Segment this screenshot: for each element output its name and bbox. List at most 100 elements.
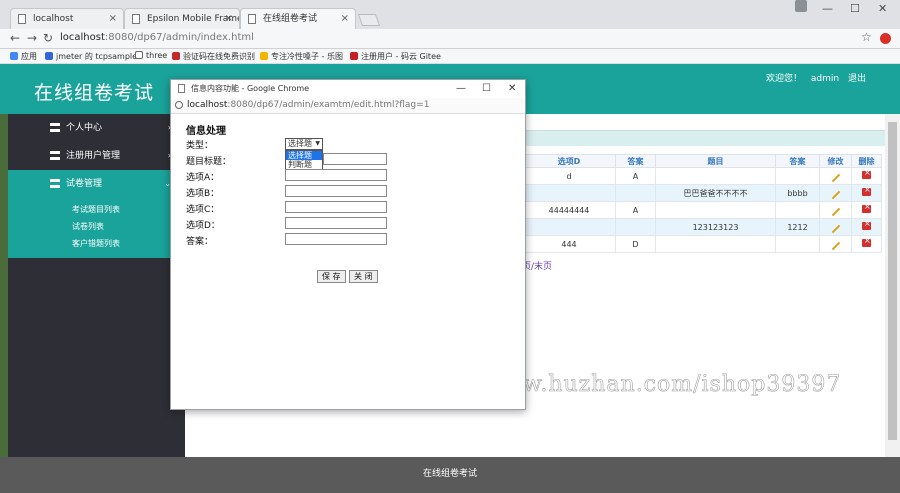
footer: 在线组卷考试 — [0, 457, 900, 493]
new-tab-button[interactable] — [357, 14, 381, 26]
bookmark-item[interactable]: three — [135, 51, 167, 60]
bookmark-item[interactable]: 验证码在线免费识别 — [172, 51, 255, 62]
url-path: :8080/dp67/admin/index.html — [104, 32, 254, 43]
sidebar-item-personal-center[interactable]: 个人中心 › — [8, 114, 185, 142]
address-bar: ← → ↻ localhost:8080/dp67/admin/index.ht… — [0, 29, 900, 49]
browser-tab[interactable]: localhost × — [10, 8, 124, 29]
popup-url-bar[interactable]: localhost:8080/dp67/admin/examtm/edit.ht… — [171, 98, 525, 114]
document-icon — [178, 84, 185, 93]
submenu-item-paper-list[interactable]: 试卷列表 — [72, 221, 104, 232]
pencil-icon[interactable] — [831, 173, 840, 182]
bookmark-item[interactable]: 专注冷性嗓子 - 乐图 — [260, 51, 343, 62]
table-cell: 1212 — [775, 218, 820, 236]
forward-icon[interactable]: → — [27, 31, 37, 45]
browser-tab[interactable]: Epsilon Mobile Framew × — [124, 8, 240, 29]
column-header: 题目 — [655, 154, 776, 168]
delete-cell[interactable] — [851, 218, 882, 236]
document-icon — [248, 14, 256, 24]
submenu: 考试题目列表 试卷列表 客户错题列表 — [8, 198, 185, 258]
bookmark-star-icon[interactable]: ☆ — [861, 30, 872, 44]
pagination[interactable]: 页/末页 — [522, 259, 552, 272]
url-field[interactable]: localhost:8080/dp67/admin/index.html — [60, 32, 254, 43]
dropdown-arrow-icon: ▼ — [315, 140, 320, 147]
edit-cell[interactable] — [819, 167, 852, 185]
answer-label: 答案： — [186, 237, 214, 247]
type-select-value: 选择题 — [288, 139, 312, 148]
table-cell: 44444444 — [522, 201, 616, 219]
delete-cell[interactable] — [851, 167, 882, 185]
delete-cell[interactable] — [851, 235, 882, 253]
option-c-input[interactable] — [285, 201, 387, 213]
document-icon — [18, 14, 26, 24]
maximize-icon[interactable]: ☐ — [850, 2, 860, 15]
table-row: 巴巴爸爸不不不不 bbbb — [522, 184, 882, 202]
pencil-icon[interactable] — [831, 207, 840, 216]
save-button[interactable]: 保 存 — [317, 270, 346, 283]
dropdown-option[interactable]: 判断题 — [286, 160, 322, 169]
delete-icon[interactable] — [862, 185, 871, 196]
pencil-icon[interactable] — [831, 190, 840, 199]
profile-icon[interactable] — [795, 0, 807, 12]
pencil-icon[interactable] — [831, 241, 840, 250]
extension-icon[interactable] — [880, 33, 891, 44]
sidebar-item-exam-management[interactable]: 试卷管理 ⌄ — [8, 170, 185, 198]
table-cell — [775, 167, 820, 185]
delete-cell[interactable] — [851, 201, 882, 219]
reload-icon[interactable]: ↻ — [43, 31, 53, 45]
bookmark-item[interactable]: 注册用户 - 码云 Gitee — [350, 51, 441, 62]
submenu-item-question-list[interactable]: 考试题目列表 — [72, 204, 120, 215]
dropdown-option[interactable]: 选择题 — [286, 151, 322, 160]
close-icon[interactable]: ✕ — [508, 80, 516, 98]
maximize-icon[interactable]: ☐ — [482, 80, 491, 98]
delete-cell[interactable] — [851, 184, 882, 202]
close-button[interactable]: 关 闭 — [349, 270, 378, 283]
scrollbar[interactable] — [885, 114, 900, 457]
answer-input[interactable] — [285, 233, 387, 245]
type-select[interactable]: 选择题 ▼ — [285, 138, 323, 150]
close-icon[interactable]: × — [109, 9, 117, 29]
column-header: 修改 — [819, 154, 852, 168]
table-cell — [775, 235, 820, 253]
form-title: 信息处理 — [186, 126, 226, 137]
delete-icon[interactable] — [862, 168, 871, 179]
question-input[interactable] — [323, 153, 387, 165]
edit-cell[interactable] — [819, 184, 852, 202]
edit-cell[interactable] — [819, 235, 852, 253]
option-c-label: 选项C： — [186, 205, 220, 215]
option-d-input[interactable] — [285, 217, 387, 229]
option-a-input[interactable] — [285, 169, 387, 181]
close-icon[interactable]: × — [341, 9, 349, 29]
url-host: localhost — [187, 100, 228, 110]
minimize-icon[interactable]: — — [822, 2, 833, 15]
welcome-text: 欢迎您！ — [766, 74, 803, 84]
table-cell: A — [615, 201, 656, 219]
table-cell — [655, 201, 776, 219]
minimize-icon[interactable]: — — [456, 80, 466, 98]
bookmark-item[interactable]: 应用 — [10, 51, 37, 62]
browser-tab-active[interactable]: 在线组卷考试 × — [240, 8, 356, 29]
column-header: 选项D — [522, 154, 616, 168]
delete-icon[interactable] — [862, 236, 871, 247]
table-cell: A — [615, 167, 656, 185]
submenu-item-wrong-question-list[interactable]: 客户错题列表 — [72, 238, 120, 249]
sidebar-item-label: 个人中心 — [66, 123, 103, 133]
edit-cell[interactable] — [819, 201, 852, 219]
sidebar-item-user-management[interactable]: 注册用户管理 › — [8, 142, 185, 170]
table-row: 123123123 1212 — [522, 218, 882, 236]
close-icon[interactable]: × — [225, 9, 233, 29]
close-window-icon[interactable]: ✕ — [878, 2, 887, 15]
delete-icon[interactable] — [862, 219, 871, 230]
pencil-icon[interactable] — [831, 224, 840, 233]
bookmark-item[interactable]: jmeter 的 tcpsample — [45, 51, 137, 62]
logout-link[interactable]: 退出 — [848, 74, 866, 84]
edit-cell[interactable] — [819, 218, 852, 236]
option-b-label: 选项B： — [186, 189, 220, 199]
back-icon[interactable]: ← — [10, 31, 20, 45]
user-links: 欢迎您！ admin 退出 — [760, 71, 866, 84]
username-link[interactable]: admin — [811, 74, 839, 84]
scrollbar-thumb[interactable] — [888, 122, 897, 440]
option-b-input[interactable] — [285, 185, 387, 197]
site-icon — [260, 52, 268, 60]
url-path: :8080/dp67/admin/examtm/edit.html?flag=1 — [227, 100, 430, 110]
delete-icon[interactable] — [862, 202, 871, 213]
